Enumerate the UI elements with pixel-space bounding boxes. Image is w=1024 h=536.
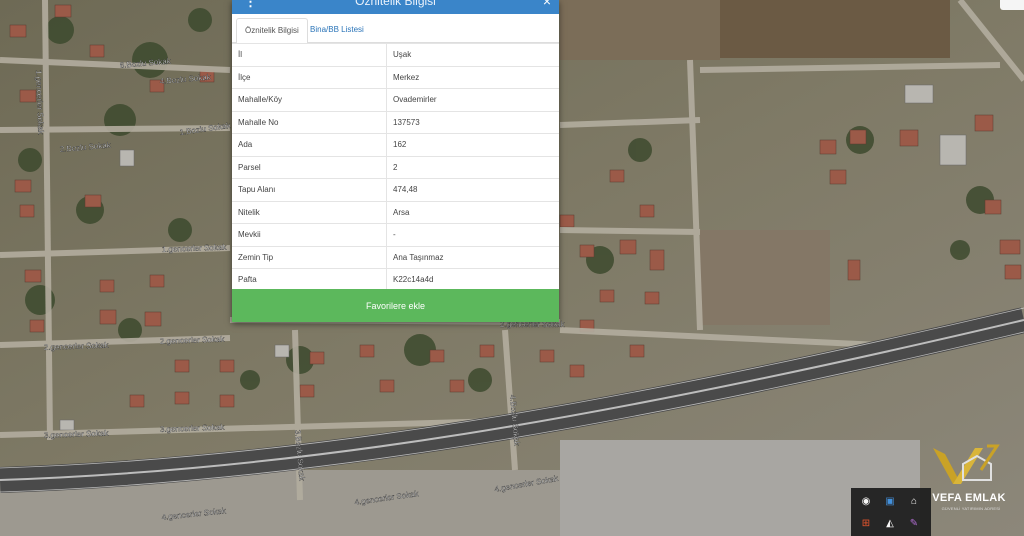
attr-key: Pafta: [232, 268, 387, 291]
attr-key: İl: [232, 43, 387, 66]
attr-key: Parsel: [232, 155, 387, 179]
attr-key: Mahalle/Köy: [232, 88, 387, 111]
pen-icon[interactable]: ✎: [907, 516, 921, 530]
table-row: Parsel 2: [232, 155, 559, 179]
attr-value: Uşak: [386, 43, 559, 66]
attribute-table: İl Uşak İlçe Merkez Mahalle/Köy Ovademirler…: [232, 43, 559, 291]
attr-value: K22c14a4d: [386, 268, 559, 291]
close-icon[interactable]: ×: [543, 0, 551, 9]
display-icon[interactable]: ◭: [883, 516, 897, 530]
table-row: Nitelik Arsa: [232, 200, 559, 224]
table-row: Ada 162: [232, 133, 559, 156]
panel-tabs: Öznitelik Bilgisi Bina/BB Listesi: [232, 14, 559, 44]
panel-header: ⋮ Öznitelik Bilgisi ×: [232, 0, 559, 14]
tab-oznitelik-bilgisi[interactable]: Öznitelik Bilgisi: [236, 18, 308, 44]
attr-key: Mahalle No: [232, 110, 387, 134]
table-row: Mahalle No 137573: [232, 110, 559, 134]
attr-key: Mevkii: [232, 223, 387, 246]
table-row: Pafta K22c14a4d: [232, 268, 559, 291]
logo-slogan: GÜVENLİ YATIRIMIN ADRESİ: [941, 506, 1001, 511]
attr-value: 137573: [386, 110, 559, 134]
network-icon[interactable]: ▣: [883, 494, 897, 508]
attr-value: Ovademirler: [386, 88, 559, 111]
panel-title: Öznitelik Bilgisi: [355, 0, 436, 8]
windows-icon[interactable]: ⊞: [859, 516, 873, 530]
attr-key: Ada: [232, 133, 387, 156]
map-control[interactable]: [1000, 0, 1024, 10]
logo-mark-icon: [933, 444, 1000, 484]
add-to-favorites-button[interactable]: Favorilere ekle: [232, 289, 559, 322]
table-row: İlçe Merkez: [232, 65, 559, 89]
attr-value: Merkez: [386, 65, 559, 89]
field-patch: [720, 0, 950, 58]
table-row: Zemin Tip Ana Taşınmaz: [232, 245, 559, 269]
tab-bina-bb-listesi[interactable]: Bina/BB Listesi: [302, 18, 372, 42]
table-row: Mevkii -: [232, 223, 559, 246]
attr-value: Ana Taşınmaz: [386, 245, 559, 269]
attr-value: 474,48: [386, 178, 559, 201]
attr-value: 2: [386, 155, 559, 179]
attr-key: Tapu Alanı: [232, 178, 387, 201]
vefa-emlak-logo: VEFA EMLAK GÜVENLİ YATIRIMIN ADRESİ: [917, 440, 1017, 518]
table-row: İl Uşak: [232, 43, 559, 66]
usb-icon[interactable]: ⌂: [907, 494, 921, 508]
attr-value: 162: [386, 133, 559, 156]
system-tray: ◉ ▣ ⌂ ⊞ ◭ ✎: [851, 488, 931, 536]
attr-key: Zemin Tip: [232, 245, 387, 269]
attr-key: Nitelik: [232, 200, 387, 224]
field-patch: [560, 0, 720, 60]
table-row: Tapu Alanı 474,48: [232, 178, 559, 201]
record-icon[interactable]: ◉: [859, 494, 873, 508]
table-row: Mahalle/Köy Ovademirler: [232, 88, 559, 111]
field-patch: [700, 230, 830, 325]
attribute-panel: ⋮ Öznitelik Bilgisi × Öznitelik Bilgisi …: [232, 0, 559, 322]
attr-value: -: [386, 223, 559, 246]
logo-name: VEFA EMLAK: [932, 492, 1006, 504]
attr-value: Arsa: [386, 200, 559, 224]
attr-key: İlçe: [232, 65, 387, 89]
